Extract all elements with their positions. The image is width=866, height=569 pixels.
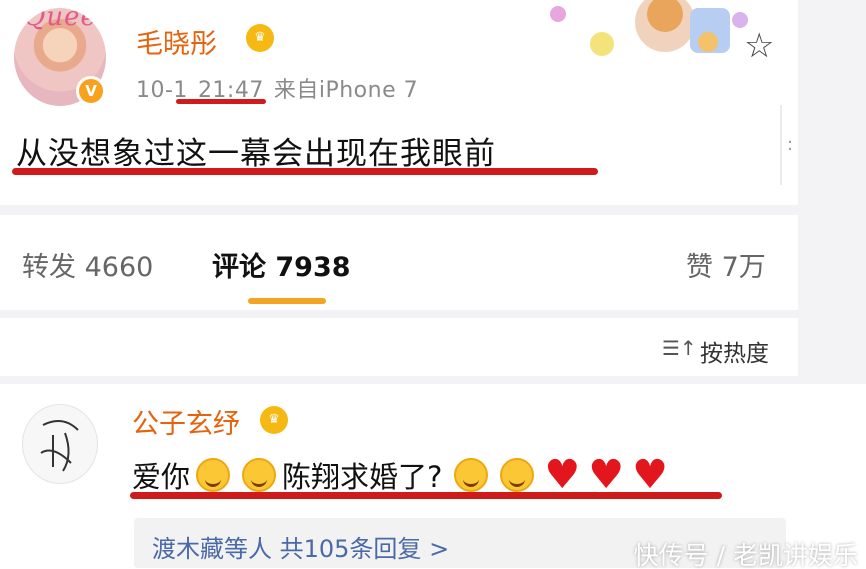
smile-emoji-icon bbox=[242, 458, 277, 492]
content-annotation-underline bbox=[12, 168, 598, 175]
commenter-username[interactable]: 公子玄纾 bbox=[132, 402, 240, 441]
replies-summary-link[interactable]: 渡木藏等人 共105条回复 > bbox=[152, 529, 449, 564]
comment-item: 公子玄纾 ♛ 爱你 陈翔求婚了? ♥ ♥ ♥ 渡木藏等人 共105条回复 > 快… bbox=[0, 384, 866, 569]
post-content: 从没想象过这一幕会出现在我眼前 bbox=[16, 136, 496, 172]
post-card: Queen V 毛晓彤 ♛ 10-1 21:47 来自iPhone 7 ☆ 从没想象… bbox=[0, 0, 798, 205]
post-username[interactable]: 毛晓彤 bbox=[136, 22, 217, 61]
comment-text-part2: 陈翔求婚了? bbox=[282, 460, 443, 494]
sort-row: ☰↑ 按热度 bbox=[0, 318, 798, 376]
commenter-avatar[interactable] bbox=[22, 404, 98, 484]
time-annotation-underline bbox=[176, 99, 266, 104]
comment-text-part1: 爱你 bbox=[132, 460, 191, 494]
heart-emoji-icon: ♥ bbox=[632, 452, 668, 498]
sort-icon[interactable]: ☰↑ bbox=[662, 336, 697, 360]
smile-emoji-icon bbox=[500, 458, 535, 492]
active-tab-indicator bbox=[248, 298, 326, 304]
star-icon[interactable]: ☆ bbox=[744, 26, 774, 66]
verified-badge-icon: V bbox=[76, 76, 106, 106]
crown-badge-icon: ♛ bbox=[246, 24, 274, 52]
post-source: 来自iPhone 7 bbox=[273, 78, 419, 103]
stats-bar: 转发 4660 评论 7938 赞 7万 bbox=[0, 215, 798, 310]
more-handle[interactable]: : bbox=[780, 105, 798, 185]
tab-repost[interactable]: 转发 4660 bbox=[22, 245, 153, 284]
comment-annotation-underline bbox=[130, 492, 722, 499]
tab-like[interactable]: 赞 7万 bbox=[686, 245, 766, 284]
smile-emoji-icon bbox=[454, 458, 489, 492]
smile-emoji-icon bbox=[196, 458, 231, 492]
avatar-logo-text: Queen bbox=[24, 8, 106, 32]
watermark: 快传号 / 老凯讲娱乐 bbox=[633, 541, 858, 569]
tab-comment[interactable]: 评论 7938 bbox=[212, 245, 351, 284]
header-decoration bbox=[550, 0, 748, 56]
sort-by-hot-button[interactable]: 按热度 bbox=[700, 334, 769, 368]
heart-emoji-icon: ♥ bbox=[588, 452, 625, 498]
heart-emoji-icon: ♥ bbox=[544, 452, 581, 498]
crown-badge-icon: ♛ bbox=[260, 406, 288, 434]
ink-drawing-icon bbox=[40, 420, 79, 472]
comment-text: 爱你 陈翔求婚了? ♥ ♥ ♥ bbox=[132, 454, 672, 496]
